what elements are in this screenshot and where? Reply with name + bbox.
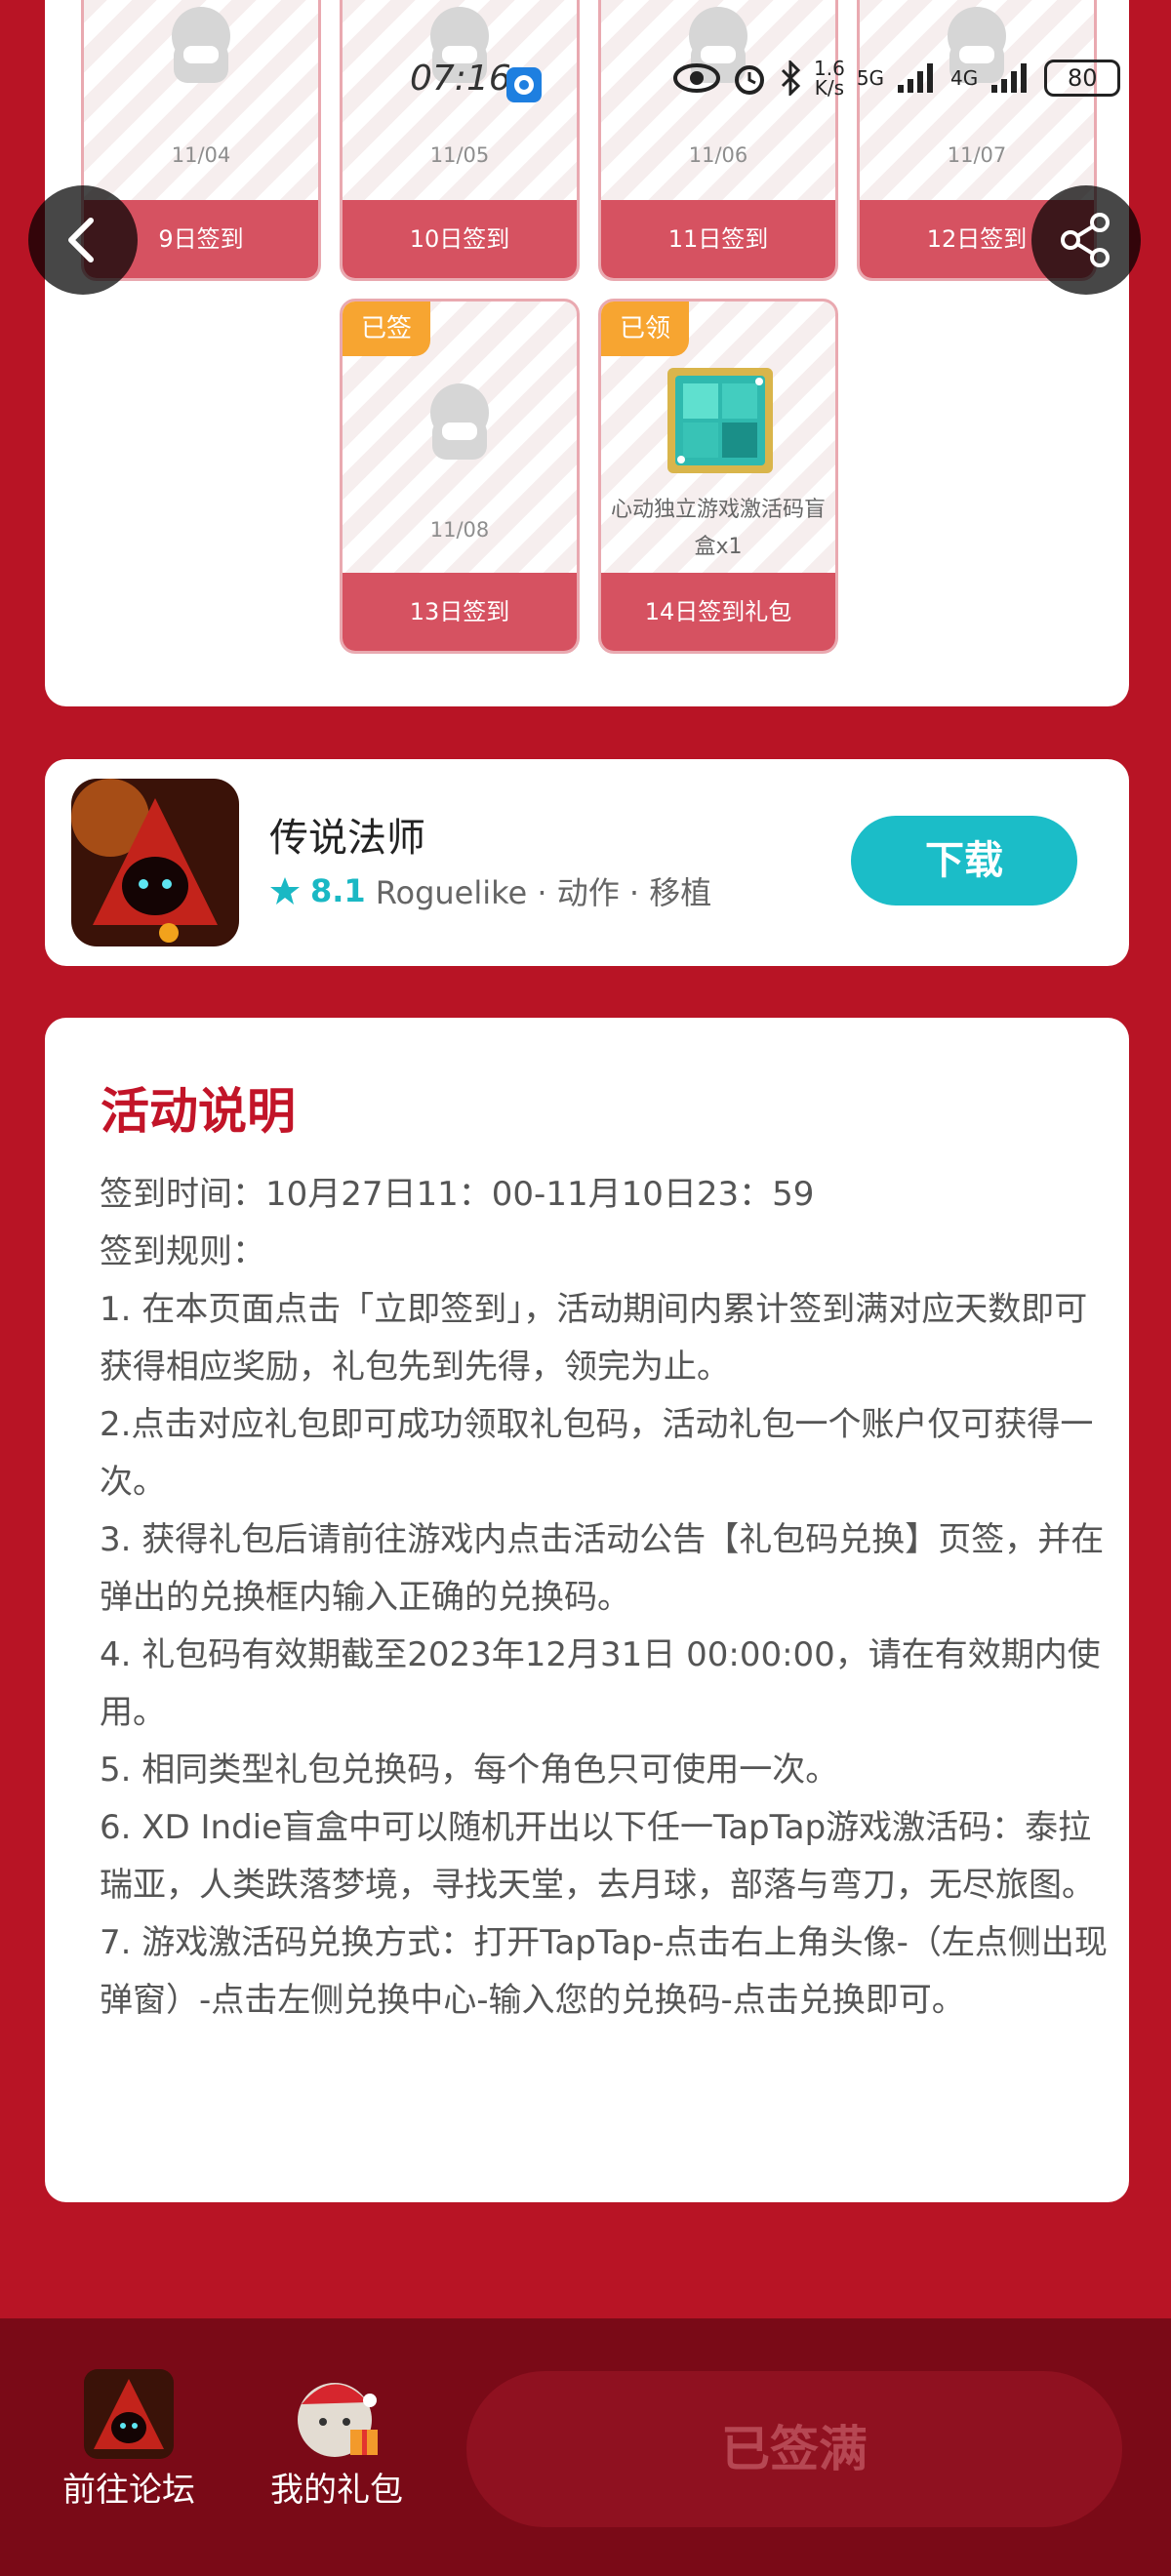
- my-gifts-nav-button[interactable]: 我的礼包: [239, 2318, 434, 2576]
- checkin-date: 11/08: [429, 518, 490, 542]
- signed-full-button[interactable]: 已签满: [466, 2371, 1122, 2527]
- game-info-card[interactable]: 传说法师 8.1 Roguelike · 动作 · 移植 下载: [45, 759, 1129, 966]
- claimed-badge: 已领: [601, 302, 689, 356]
- checkin-label: 11日签到: [601, 200, 835, 278]
- star-icon: [270, 877, 300, 905]
- gift-caption: 心动独立游戏激活码盲盒x1: [611, 498, 827, 559]
- eye-icon: [673, 63, 720, 93]
- rules-body: 签到时间：10月27日11：00-11月10日23：59 签到规则： 1. 在本…: [100, 1166, 1114, 2030]
- rules-line: 2.点击对应礼包即可成功领取礼包码，活动礼包一个账户仅可获得一次。: [100, 1405, 1094, 1502]
- blind-box-icon: [667, 368, 773, 473]
- wizard-hood-icon: [71, 779, 239, 946]
- rules-line: 7. 游戏激活码兑换方式：打开TapTap-点击右上角头像-（左点侧出现弹窗）-…: [100, 1923, 1108, 2020]
- game-title: 传说法师: [269, 816, 425, 861]
- download-button[interactable]: 下载: [851, 816, 1077, 906]
- signal-icon: [898, 63, 934, 93]
- forum-nav-button[interactable]: 前往论坛: [31, 2318, 226, 2576]
- status-bar: 07:16 1.6 K/s 5G 4G 80: [0, 0, 1171, 102]
- game-meta: 8.1 Roguelike · 动作 · 移植: [269, 868, 711, 913]
- battery-icon: 80: [1044, 60, 1121, 97]
- checkin-label: 10日签到: [343, 200, 577, 278]
- signin-calendar-card: 11/04 9日签到 11/05 10日签到 11/06 11日签到 11/07…: [45, 0, 1129, 706]
- rules-line: 3. 获得礼包后请前往游戏内点击活动公告【礼包码兑换】页签，并在弹出的兑换框内输…: [100, 1520, 1105, 1617]
- cat-santa-gift-icon: [298, 2383, 378, 2457]
- checkin-day-14-gift[interactable]: 已领 心动独立游戏激活码盲盒x1 14日签到礼包: [598, 299, 838, 654]
- network-4g-label: 4G: [950, 66, 979, 90]
- share-icon: [1061, 213, 1110, 267]
- checkin-date: 11/07: [947, 143, 1007, 167]
- battery-level: 80: [1068, 64, 1098, 92]
- forum-label: 前往论坛: [62, 2471, 195, 2510]
- signal-icon: [991, 63, 1028, 93]
- alarm-icon: [735, 65, 764, 95]
- status-indicators: 1.6 K/s 5G 4G 80: [673, 57, 1121, 100]
- game-app-icon[interactable]: [71, 779, 239, 946]
- rules-line: 4. 礼包码有效期截至2023年12月31日 00:00:00，请在有效期内使用…: [100, 1635, 1101, 1732]
- network-5g-label: 5G: [856, 66, 885, 90]
- activity-rules-card: 活动说明 签到时间：10月27日11：00-11月10日23：59 签到规则： …: [45, 1018, 1129, 2202]
- my-gifts-label: 我的礼包: [270, 2471, 403, 2510]
- bluetooth-icon: [781, 60, 801, 96]
- rules-line: 签到时间：10月27日11：00-11月10日23：59: [100, 1175, 815, 1214]
- rules-line: 5. 相同类型礼包兑换码，每个角色只可使用一次。: [100, 1751, 839, 1790]
- rules-line: 6. XD Indie盲盒中可以随机开出以下任一TapTap游戏激活码：泰拉瑞亚…: [100, 1808, 1095, 1905]
- avatar-placeholder-icon: [430, 383, 489, 460]
- checkin-date: 11/06: [688, 143, 748, 167]
- signed-badge: 已签: [343, 302, 430, 356]
- status-time: 07:16: [410, 59, 511, 99]
- checkin-label: 14日签到礼包: [601, 573, 835, 651]
- app-notification-icon: [506, 67, 542, 102]
- game-tags: Roguelike · 动作 · 移植: [375, 874, 712, 911]
- checkin-label: 13日签到: [343, 573, 577, 651]
- bottom-action-bar: 前往论坛 我的礼包 已签满: [0, 2318, 1171, 2576]
- back-button[interactable]: [28, 185, 138, 295]
- share-button[interactable]: [1031, 185, 1141, 295]
- rules-title: 活动说明: [101, 1083, 296, 1140]
- checkin-date: 11/05: [429, 143, 490, 167]
- rules-line: 签到规则：: [100, 1232, 265, 1271]
- checkin-date: 11/04: [171, 143, 231, 167]
- game-rating: 8.1: [310, 872, 366, 909]
- rules-line: 1. 在本页面点击「立即签到」，活动期间内累计签到满对应天数即可获得相应奖励，礼…: [100, 1290, 1088, 1387]
- chevron-left-icon: [68, 218, 94, 262]
- network-speed: 1.6 K/s: [814, 57, 845, 100]
- checkin-day-13[interactable]: 已签 11/08 13日签到: [340, 299, 580, 654]
- forum-game-icon: [84, 2369, 174, 2459]
